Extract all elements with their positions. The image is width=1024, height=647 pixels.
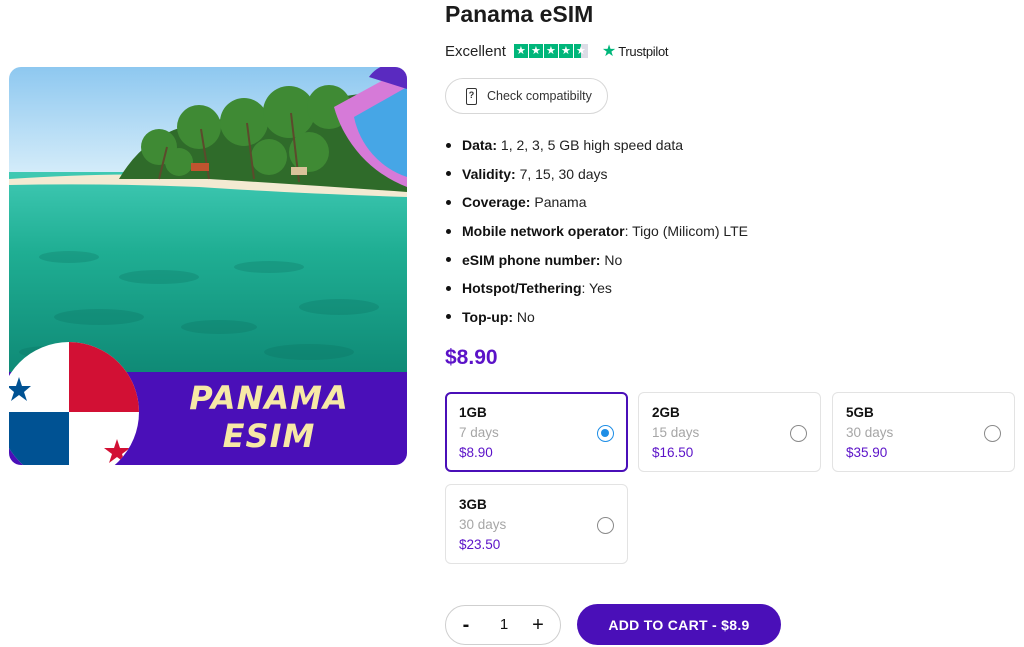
hero-title-line-1: PANAMA: [189, 379, 349, 417]
spec-label: eSIM phone number:: [462, 251, 601, 268]
plan-data-amount: 2GB: [652, 405, 680, 420]
plan-price: $16.50: [652, 445, 694, 460]
product-image: PANAMA ESIM: [9, 67, 407, 465]
star-icon: ★: [558, 44, 573, 58]
spec-label: Coverage:: [462, 194, 531, 211]
spec-value: No: [513, 308, 535, 325]
spec-label: Validity:: [462, 165, 516, 182]
check-compatibility-button[interactable]: ? Check compatibilty: [445, 78, 608, 114]
spec-value: : Yes: [581, 280, 612, 297]
star-icon: ★: [513, 44, 528, 58]
spec-item-topup: Top-up: No: [446, 303, 748, 332]
hero-title: PANAMA ESIM: [119, 379, 407, 455]
spec-value: 7, 15, 30 days: [515, 165, 608, 182]
plan-radio[interactable]: [597, 425, 614, 442]
plan-validity: 7 days: [459, 425, 499, 440]
spec-label: Data:: [462, 137, 498, 154]
spec-label: Hotspot/Tethering: [462, 280, 582, 297]
spec-item-hotspot: Hotspot/Tethering: Yes: [446, 274, 748, 303]
hero-title-line-2: ESIM: [222, 417, 316, 455]
plan-data-amount: 5GB: [846, 405, 874, 420]
check-compatibility-label: Check compatibilty: [487, 89, 592, 103]
rating-label: Excellent: [445, 42, 506, 60]
plan-price: $23.50: [459, 537, 501, 552]
plan-option-2gb[interactable]: 2GB 15 days $16.50: [638, 392, 821, 472]
plan-data-amount: 3GB: [459, 497, 487, 512]
spec-value: : Tigo (Milicom) LTE: [624, 223, 749, 240]
half-star-icon: ★: [573, 44, 588, 58]
spec-item-validity: Validity: 7, 15, 30 days: [446, 160, 748, 189]
quantity-decrease-button[interactable]: -: [448, 606, 484, 644]
spec-list: Data: 1, 2, 3, 5 GB high speed data Vali…: [446, 131, 748, 331]
quantity-value[interactable]: 1: [484, 606, 524, 644]
spec-item-coverage: Coverage: Panama: [446, 188, 748, 217]
plan-option-1gb[interactable]: 1GB 7 days $8.90: [445, 392, 628, 472]
spec-label: Mobile network operator: [462, 223, 625, 240]
spec-value: No: [600, 251, 623, 268]
trustpilot-label: Trustpilot: [618, 43, 669, 59]
star-icon: ★: [528, 44, 543, 58]
plan-data-amount: 1GB: [459, 405, 487, 420]
plan-validity: 15 days: [652, 425, 700, 440]
add-to-cart-button[interactable]: ADD TO CART - $8.9: [577, 604, 781, 645]
product-price: $8.90: [445, 346, 498, 369]
plan-price: $35.90: [846, 445, 888, 460]
star-icon: ★: [543, 44, 558, 58]
trustpilot-rating[interactable]: Excellent ★ ★ ★ ★ ★ ★ Trustpilot: [445, 42, 669, 61]
spec-item-operator: Mobile network operator: Tigo (Milicom) …: [446, 217, 748, 246]
plan-radio[interactable]: [984, 425, 1001, 442]
spec-value: Panama: [530, 194, 587, 211]
plan-option-3gb[interactable]: 3GB 30 days $23.50: [445, 484, 628, 564]
spec-value: 1, 2, 3, 5 GB high speed data: [497, 137, 684, 154]
spec-item-data: Data: 1, 2, 3, 5 GB high speed data: [446, 131, 748, 160]
plan-option-5gb[interactable]: 5GB 30 days $35.90: [832, 392, 1015, 472]
page-title: Panama eSIM: [445, 1, 594, 27]
trustpilot-star-icon: ★: [601, 43, 617, 60]
plan-price: $8.90: [459, 445, 493, 460]
plan-radio[interactable]: [790, 425, 807, 442]
plan-validity: 30 days: [846, 425, 894, 440]
spec-label: Top-up:: [462, 308, 514, 325]
plan-radio[interactable]: [597, 517, 614, 534]
quantity-stepper: - 1 +: [445, 605, 561, 645]
rating-stars: ★ ★ ★ ★ ★: [513, 44, 588, 58]
spec-item-phone-number: eSIM phone number: No: [446, 245, 748, 274]
phone-question-icon: ?: [466, 87, 477, 105]
quantity-increase-button[interactable]: +: [520, 606, 556, 644]
plan-validity: 30 days: [459, 517, 507, 532]
